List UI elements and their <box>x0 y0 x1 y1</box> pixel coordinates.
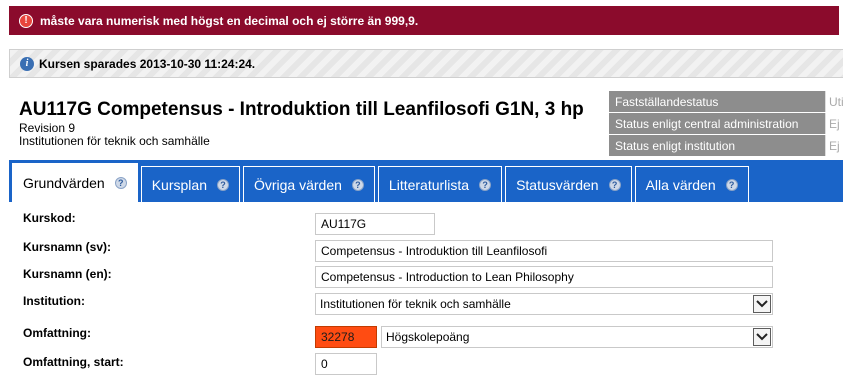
tab-alla-varden[interactable]: Alla värden ? <box>634 166 749 202</box>
tab-ovriga-varden[interactable]: Övriga värden ? <box>242 166 375 202</box>
status-label: Fastställandestatus <box>609 91 825 112</box>
help-icon[interactable]: ? <box>216 178 229 191</box>
status-row: Fastställandestatus Uti <box>609 91 843 113</box>
tab-strip: Grundvärden ? Kursplan ? Övriga värden ?… <box>9 160 843 202</box>
tab-kursplan[interactable]: Kursplan ? <box>140 166 240 202</box>
info-message: Kursen sparades 2013-10-30 11:24:24. <box>39 56 256 71</box>
kursnamn-sv-label: Kursnamn (sv): <box>23 240 112 254</box>
error-banner: ! måste vara numerisk med högst en decim… <box>9 6 839 35</box>
omfattning-start-label: Omfattning, start: <box>23 355 124 369</box>
tab-litteraturlista[interactable]: Litteraturlista ? <box>377 166 503 202</box>
tab-label: Grundvärden <box>23 175 105 191</box>
omfattning-label: Omfattning: <box>23 326 91 340</box>
help-icon[interactable]: ? <box>725 178 738 191</box>
tab-grundvarden[interactable]: Grundvärden ? <box>12 163 138 202</box>
kurskod-input[interactable] <box>315 213 435 235</box>
tab-statusvarden[interactable]: Statusvärden ? <box>505 166 632 202</box>
help-icon[interactable]: ? <box>351 178 364 191</box>
course-header: AU117G Competensus - Introduktion till L… <box>19 98 609 148</box>
info-icon: i <box>20 56 34 71</box>
course-department: Institutionen för teknik och samhälle <box>19 134 210 148</box>
status-row: Status enligt central administration Ej <box>609 113 843 135</box>
chevron-down-icon[interactable] <box>753 328 771 346</box>
tab-label: Övriga värden <box>253 176 342 193</box>
help-icon[interactable]: ? <box>608 178 621 191</box>
omfattning-unit-selected: Högskolepoäng <box>386 330 470 344</box>
omfattning-start-input[interactable] <box>315 353 377 375</box>
institution-label: Institution: <box>23 294 85 308</box>
omfattning-input[interactable] <box>315 326 377 348</box>
tab-label: Litteraturlista <box>388 176 470 193</box>
error-message: måste vara numerisk med högst en decimal… <box>40 13 419 28</box>
status-label: Status enligt central administration <box>609 113 825 134</box>
kursnamn-en-label: Kursnamn (en): <box>23 267 112 281</box>
kursnamn-en-input[interactable] <box>315 266 773 288</box>
status-value: Ej <box>825 135 843 156</box>
status-row: Status enligt institution Ej <box>609 135 843 157</box>
kurskod-label: Kurskod: <box>23 211 76 225</box>
page-title: AU117G Competensus - Introduktion till L… <box>19 99 584 120</box>
status-value: Uti <box>825 91 843 112</box>
omfattning-unit-select[interactable]: Högskolepoäng <box>381 326 773 348</box>
course-form: Kurskod: Kursnamn (sv): Kursnamn (en): I… <box>9 202 843 375</box>
tab-label: Statusvärden <box>516 176 599 193</box>
institution-selected: Institutionen för teknik och samhälle <box>320 297 511 311</box>
help-icon[interactable]: ? <box>479 178 492 191</box>
institution-select[interactable]: Institutionen för teknik och samhälle <box>315 293 773 315</box>
info-banner: i Kursen sparades 2013-10-30 11:24:24. <box>9 49 843 78</box>
error-icon: ! <box>19 13 33 28</box>
status-label: Status enligt institution <box>609 135 825 156</box>
kursnamn-sv-input[interactable] <box>315 240 773 262</box>
help-icon[interactable]: ? <box>114 177 127 189</box>
chevron-down-icon[interactable] <box>753 295 771 313</box>
tab-label: Kursplan <box>151 176 207 193</box>
tab-label: Alla värden <box>645 176 716 193</box>
status-value: Ej <box>825 113 843 134</box>
status-table: Fastställandestatus Uti Status enligt ce… <box>609 91 843 157</box>
